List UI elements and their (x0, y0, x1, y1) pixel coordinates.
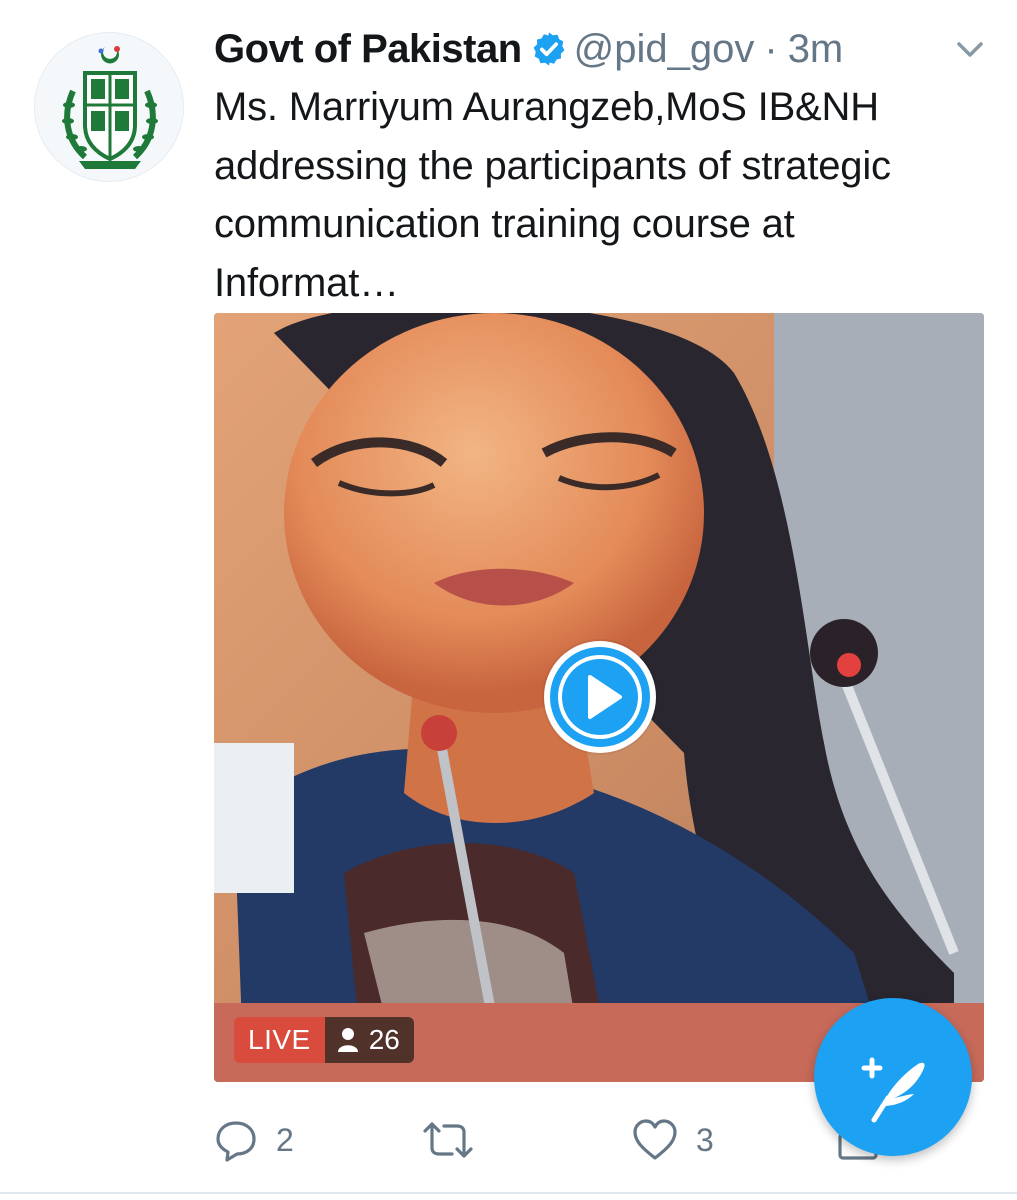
live-video-media[interactable]: LIVE 26 (214, 313, 984, 1082)
play-icon (550, 647, 650, 747)
viewer-count: 26 (324, 1017, 414, 1063)
live-badge: LIVE 26 (234, 1017, 414, 1063)
retweet-icon (423, 1122, 473, 1158)
avatar[interactable] (34, 32, 184, 182)
display-name[interactable]: Govt of Pakistan (214, 27, 522, 72)
live-label: LIVE (234, 1017, 325, 1063)
verified-badge-icon (533, 32, 564, 66)
reply-button[interactable]: 2 (214, 1110, 294, 1170)
retweet-button[interactable] (422, 1110, 492, 1170)
reply-count: 2 (276, 1121, 294, 1158)
timestamp[interactable]: 3m (788, 27, 844, 72)
person-icon (337, 1028, 358, 1052)
tweet-header: Govt of Pakistan @pid_gov · 3m (214, 24, 843, 74)
like-count: 3 (696, 1121, 714, 1158)
play-button[interactable] (544, 641, 656, 753)
viewer-count-value: 26 (368, 1024, 400, 1055)
user-handle[interactable]: @pid_gov (574, 27, 755, 72)
compose-tweet-button[interactable] (814, 998, 972, 1156)
heart-icon (633, 1119, 677, 1160)
like-button[interactable]: 3 (632, 1110, 714, 1170)
divider (0, 1192, 1017, 1194)
tweet-text: Ms. Marriyum Aurangzeb,MoS IB&NH address… (214, 85, 891, 305)
reply-icon (216, 1121, 256, 1162)
tweet-card[interactable]: Govt of Pakistan @pid_gov · 3m Ms. Marri… (0, 0, 1017, 1200)
government-emblem-icon (62, 46, 158, 169)
compose-tweet-icon (861, 1057, 925, 1123)
separator-dot: · (764, 26, 778, 71)
chevron-down-icon[interactable] (954, 38, 986, 62)
